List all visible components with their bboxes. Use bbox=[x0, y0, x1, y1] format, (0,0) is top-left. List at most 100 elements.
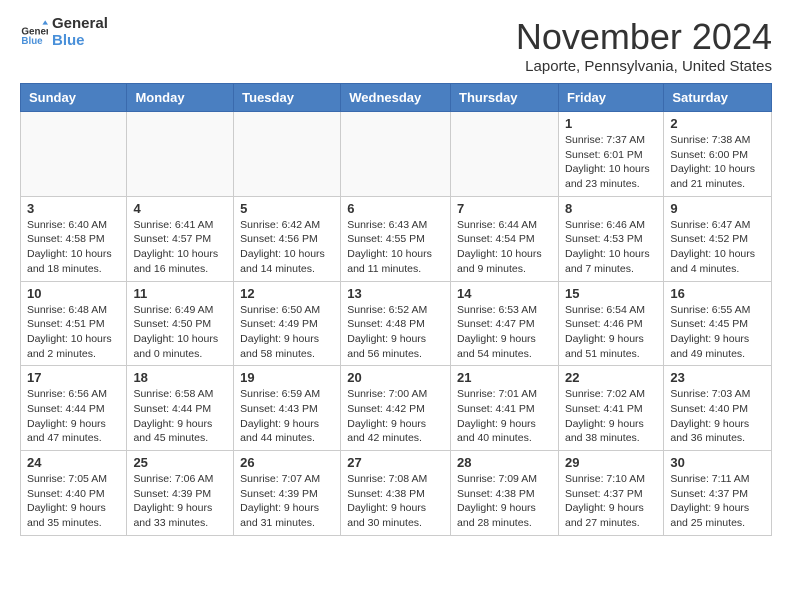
day-number: 15 bbox=[565, 286, 657, 301]
calendar-cell: 15 Sunrise: 6:54 AM Sunset: 4:46 PM Dayli… bbox=[558, 281, 663, 366]
calendar-cell: 21Sunrise: 7:01 AM Sunset: 4:41 PM Dayli… bbox=[451, 366, 559, 451]
calendar-cell bbox=[21, 112, 127, 197]
day-info: Sunrise: 6:56 AM Sunset: 4:44 PM Dayligh… bbox=[27, 387, 120, 446]
calendar-cell: 1 Sunrise: 7:37 AM Sunset: 6:01 PM Daylig… bbox=[558, 112, 663, 197]
day-number: 1 bbox=[565, 116, 657, 131]
logo-blue: Blue bbox=[52, 33, 108, 50]
day-info: Sunrise: 6:55 AM Sunset: 4:45 PM Dayligh… bbox=[670, 303, 765, 362]
calendar-header-wednesday: Wednesday bbox=[341, 84, 451, 112]
calendar-header-saturday: Saturday bbox=[664, 84, 772, 112]
day-info: Sunrise: 7:06 AM Sunset: 4:39 PM Dayligh… bbox=[133, 472, 227, 531]
day-number: 19 bbox=[240, 370, 334, 385]
day-number: 25 bbox=[133, 455, 227, 470]
day-number: 16 bbox=[670, 286, 765, 301]
calendar-cell: 7 Sunrise: 6:44 AM Sunset: 4:54 PM Daylig… bbox=[451, 196, 559, 281]
calendar-cell: 16 Sunrise: 6:55 AM Sunset: 4:45 PM Dayli… bbox=[664, 281, 772, 366]
calendar-cell: 18 Sunrise: 6:58 AM Sunset: 4:44 PM Dayli… bbox=[127, 366, 234, 451]
calendar-cell bbox=[451, 112, 559, 197]
calendar-cell: 9 Sunrise: 6:47 AM Sunset: 4:52 PM Daylig… bbox=[664, 196, 772, 281]
calendar-cell: 19 Sunrise: 6:59 AM Sunset: 4:43 PM Dayli… bbox=[234, 366, 341, 451]
calendar-cell: 14 Sunrise: 6:53 AM Sunset: 4:47 PM Dayli… bbox=[451, 281, 559, 366]
day-info: Sunrise: 6:47 AM Sunset: 4:52 PM Dayligh… bbox=[670, 218, 765, 277]
day-info: Sunrise: 7:38 AM Sunset: 6:00 PM Dayligh… bbox=[670, 133, 765, 192]
calendar-cell: 25 Sunrise: 7:06 AM Sunset: 4:39 PM Dayli… bbox=[127, 451, 234, 536]
day-number: 6 bbox=[347, 201, 444, 216]
day-number: 10 bbox=[27, 286, 120, 301]
day-info: Sunrise: 6:53 AM Sunset: 4:47 PM Dayligh… bbox=[457, 303, 552, 362]
calendar-cell: 29Sunrise: 7:10 AM Sunset: 4:37 PM Dayli… bbox=[558, 451, 663, 536]
day-number: 3 bbox=[27, 201, 120, 216]
day-info: Sunrise: 7:11 AM Sunset: 4:37 PM Dayligh… bbox=[670, 472, 765, 531]
day-number: 22 bbox=[565, 370, 657, 385]
day-info: Sunrise: 7:05 AM Sunset: 4:40 PM Dayligh… bbox=[27, 472, 120, 531]
day-number: 9 bbox=[670, 201, 765, 216]
day-number: 7 bbox=[457, 201, 552, 216]
logo-icon: General Blue bbox=[20, 19, 48, 47]
calendar-week-3: 10 Sunrise: 6:48 AM Sunset: 4:51 PM Dayli… bbox=[21, 281, 772, 366]
calendar-cell bbox=[127, 112, 234, 197]
day-number: 28 bbox=[457, 455, 552, 470]
calendar-cell: 28 Sunrise: 7:09 AM Sunset: 4:38 PM Dayli… bbox=[451, 451, 559, 536]
day-info: Sunrise: 7:37 AM Sunset: 6:01 PM Dayligh… bbox=[565, 133, 657, 192]
day-info: Sunrise: 6:42 AM Sunset: 4:56 PM Dayligh… bbox=[240, 218, 334, 277]
day-info: Sunrise: 6:50 AM Sunset: 4:49 PM Dayligh… bbox=[240, 303, 334, 362]
day-number: 12 bbox=[240, 286, 334, 301]
calendar-cell: 6 Sunrise: 6:43 AM Sunset: 4:55 PM Daylig… bbox=[341, 196, 451, 281]
day-info: Sunrise: 7:01 AM Sunset: 4:41 PM Dayligh… bbox=[457, 387, 552, 446]
day-info: Sunrise: 7:03 AM Sunset: 4:40 PM Dayligh… bbox=[670, 387, 765, 446]
day-info: Sunrise: 6:49 AM Sunset: 4:50 PM Dayligh… bbox=[133, 303, 227, 362]
svg-text:Blue: Blue bbox=[21, 36, 43, 47]
calendar-header-row: SundayMondayTuesdayWednesdayThursdayFrid… bbox=[21, 84, 772, 112]
day-info: Sunrise: 7:10 AM Sunset: 4:37 PM Dayligh… bbox=[565, 472, 657, 531]
calendar-cell: 2 Sunrise: 7:38 AM Sunset: 6:00 PM Daylig… bbox=[664, 112, 772, 197]
day-number: 17 bbox=[27, 370, 120, 385]
day-info: Sunrise: 6:59 AM Sunset: 4:43 PM Dayligh… bbox=[240, 387, 334, 446]
day-number: 2 bbox=[670, 116, 765, 131]
day-number: 30 bbox=[670, 455, 765, 470]
calendar-cell: 10 Sunrise: 6:48 AM Sunset: 4:51 PM Dayli… bbox=[21, 281, 127, 366]
calendar: SundayMondayTuesdayWednesdayThursdayFrid… bbox=[20, 83, 772, 536]
calendar-header-tuesday: Tuesday bbox=[234, 84, 341, 112]
calendar-week-5: 24 Sunrise: 7:05 AM Sunset: 4:40 PM Dayli… bbox=[21, 451, 772, 536]
month-title: November 2024 bbox=[516, 16, 772, 58]
calendar-header-friday: Friday bbox=[558, 84, 663, 112]
calendar-cell: 17 Sunrise: 6:56 AM Sunset: 4:44 PM Dayli… bbox=[21, 366, 127, 451]
calendar-cell: 24 Sunrise: 7:05 AM Sunset: 4:40 PM Dayli… bbox=[21, 451, 127, 536]
calendar-cell bbox=[341, 112, 451, 197]
calendar-cell: 22 Sunrise: 7:02 AM Sunset: 4:41 PM Dayli… bbox=[558, 366, 663, 451]
calendar-cell: 26Sunrise: 7:07 AM Sunset: 4:39 PM Dayli… bbox=[234, 451, 341, 536]
day-info: Sunrise: 7:02 AM Sunset: 4:41 PM Dayligh… bbox=[565, 387, 657, 446]
calendar-cell: 20Sunrise: 7:00 AM Sunset: 4:42 PM Dayli… bbox=[341, 366, 451, 451]
day-number: 26 bbox=[240, 455, 334, 470]
day-info: Sunrise: 6:58 AM Sunset: 4:44 PM Dayligh… bbox=[133, 387, 227, 446]
calendar-header-thursday: Thursday bbox=[451, 84, 559, 112]
title-area: November 2024 Laporte, Pennsylvania, Uni… bbox=[516, 16, 772, 75]
day-number: 14 bbox=[457, 286, 552, 301]
day-info: Sunrise: 6:46 AM Sunset: 4:53 PM Dayligh… bbox=[565, 218, 657, 277]
day-number: 18 bbox=[133, 370, 227, 385]
day-number: 24 bbox=[27, 455, 120, 470]
calendar-header-sunday: Sunday bbox=[21, 84, 127, 112]
day-info: Sunrise: 6:44 AM Sunset: 4:54 PM Dayligh… bbox=[457, 218, 552, 277]
day-number: 27 bbox=[347, 455, 444, 470]
logo-general: General bbox=[52, 16, 108, 33]
calendar-cell bbox=[234, 112, 341, 197]
day-info: Sunrise: 6:41 AM Sunset: 4:57 PM Dayligh… bbox=[133, 218, 227, 277]
calendar-cell: 3Sunrise: 6:40 AM Sunset: 4:58 PM Daylig… bbox=[21, 196, 127, 281]
calendar-cell: 12 Sunrise: 6:50 AM Sunset: 4:49 PM Dayli… bbox=[234, 281, 341, 366]
calendar-cell: 4 Sunrise: 6:41 AM Sunset: 4:57 PM Daylig… bbox=[127, 196, 234, 281]
day-info: Sunrise: 7:00 AM Sunset: 4:42 PM Dayligh… bbox=[347, 387, 444, 446]
day-info: Sunrise: 6:54 AM Sunset: 4:46 PM Dayligh… bbox=[565, 303, 657, 362]
day-info: Sunrise: 7:09 AM Sunset: 4:38 PM Dayligh… bbox=[457, 472, 552, 531]
calendar-cell: 13Sunrise: 6:52 AM Sunset: 4:48 PM Dayli… bbox=[341, 281, 451, 366]
day-info: Sunrise: 6:48 AM Sunset: 4:51 PM Dayligh… bbox=[27, 303, 120, 362]
calendar-week-1: 1 Sunrise: 7:37 AM Sunset: 6:01 PM Daylig… bbox=[21, 112, 772, 197]
calendar-cell: 11Sunrise: 6:49 AM Sunset: 4:50 PM Dayli… bbox=[127, 281, 234, 366]
day-number: 23 bbox=[670, 370, 765, 385]
calendar-cell: 8Sunrise: 6:46 AM Sunset: 4:53 PM Daylig… bbox=[558, 196, 663, 281]
day-info: Sunrise: 6:43 AM Sunset: 4:55 PM Dayligh… bbox=[347, 218, 444, 277]
calendar-cell: 5Sunrise: 6:42 AM Sunset: 4:56 PM Daylig… bbox=[234, 196, 341, 281]
calendar-week-2: 3Sunrise: 6:40 AM Sunset: 4:58 PM Daylig… bbox=[21, 196, 772, 281]
calendar-header-monday: Monday bbox=[127, 84, 234, 112]
day-number: 4 bbox=[133, 201, 227, 216]
